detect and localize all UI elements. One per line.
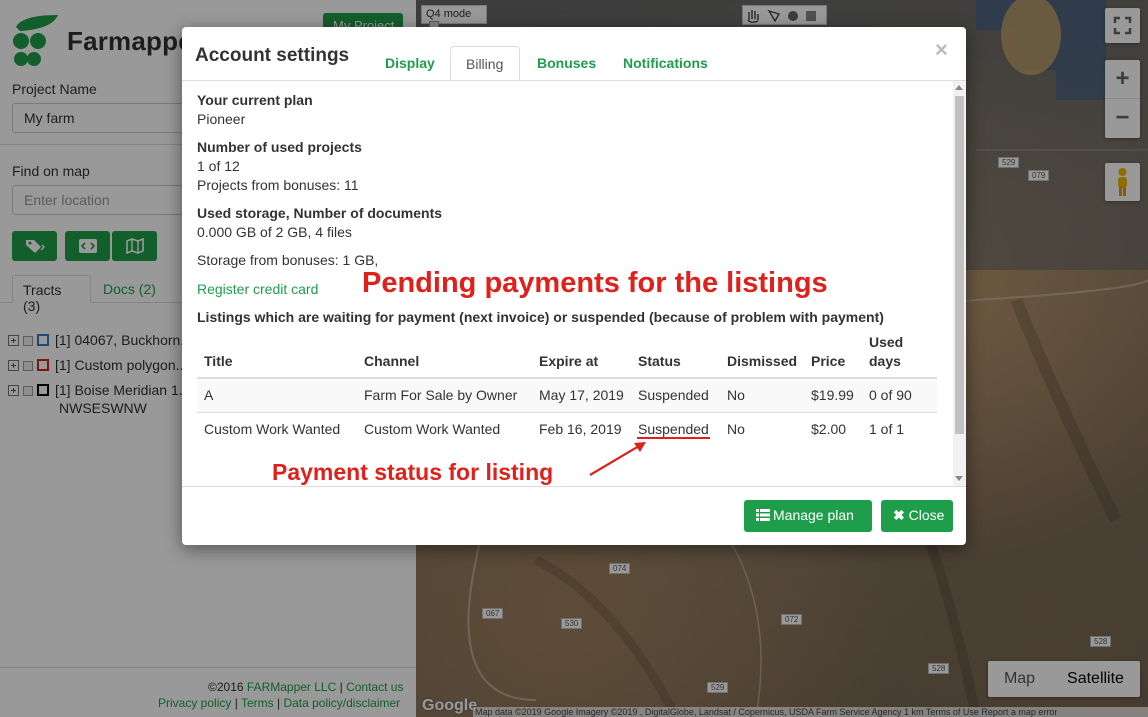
close-button[interactable]: ✖ Close <box>881 500 953 532</box>
register-credit-card-link[interactable]: Register credit card <box>197 281 318 297</box>
storage-label: Used storage, Number of documents <box>197 205 443 221</box>
tab-notifications[interactable]: Notifications <box>608 46 723 81</box>
cell-title: A <box>204 387 214 403</box>
column-header-status: Status <box>638 353 681 369</box>
current-plan-value: Pioneer <box>197 111 246 127</box>
row-divider <box>197 412 937 413</box>
tab-display[interactable]: Display <box>370 46 450 81</box>
used-projects-value: 1 of 12 <box>197 158 240 174</box>
annotation-pending-payments: Pending payments for the listings <box>362 267 828 299</box>
column-header-channel: Channel <box>364 353 420 369</box>
cell-expire: May 17, 2019 <box>539 387 624 403</box>
cell-channel: Custom Work Wanted <box>364 421 501 437</box>
manage-plan-button[interactable]: Manage plan <box>744 500 872 532</box>
scroll-down-arrow[interactable] <box>955 476 963 481</box>
cell-used-days: 0 of 90 <box>869 387 912 403</box>
close-x-icon: ✖ <box>893 507 905 523</box>
column-header-expire: Expire at <box>539 353 599 369</box>
tab-billing[interactable]: Billing <box>450 46 520 81</box>
column-header-dismissed: Dismissed <box>727 353 798 369</box>
column-header-price: Price <box>811 353 846 369</box>
close-icon[interactable]: × <box>935 37 948 63</box>
list-icon <box>756 509 770 521</box>
column-header-days: days <box>869 353 901 369</box>
annotation-payment-status: Payment status for listing <box>272 459 554 485</box>
cell-status: Suspended <box>638 387 709 403</box>
cell-price: $19.99 <box>811 387 854 403</box>
cell-used-days: 1 of 1 <box>869 421 905 437</box>
current-plan-label: Your current plan <box>197 92 313 108</box>
dialog-title: Account settings <box>195 45 350 66</box>
cell-price: $2.00 <box>811 421 847 437</box>
scroll-up-arrow[interactable] <box>955 85 963 90</box>
scrollbar[interactable] <box>953 81 966 487</box>
cell-dismissed: No <box>727 387 745 403</box>
projects-from-bonuses: Projects from bonuses: 11 <box>197 177 359 193</box>
cell-status: Suspended <box>638 421 709 437</box>
cell-channel: Farm For Sale by Owner <box>364 387 518 403</box>
column-header-used: Used <box>869 334 904 350</box>
storage-from-bonuses: Storage from bonuses: 1 GB, <box>197 252 379 268</box>
storage-value: 0.000 GB of 2 GB, 4 files <box>197 224 352 240</box>
manage-plan-label: Manage plan <box>773 507 854 523</box>
tab-bonuses[interactable]: Bonuses <box>522 46 611 81</box>
scrollbar-thumb[interactable] <box>955 96 964 434</box>
close-label: Close <box>908 507 945 523</box>
cell-title: Custom Work Wanted <box>204 421 341 437</box>
dialog-footer-divider <box>182 486 966 487</box>
cell-dismissed: No <box>727 421 745 437</box>
listings-heading: Listings which are waiting for payment (… <box>197 309 884 325</box>
column-header-title: Title <box>204 353 233 369</box>
cell-expire: Feb 16, 2019 <box>539 421 622 437</box>
used-projects-label: Number of used projects <box>197 139 362 155</box>
